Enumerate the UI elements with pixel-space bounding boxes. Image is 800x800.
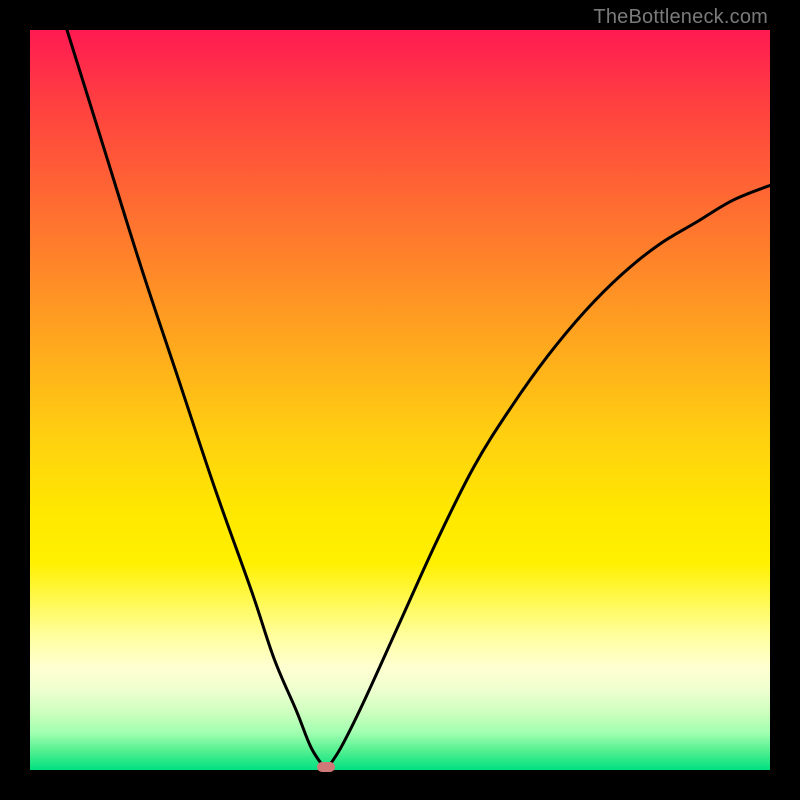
bottleneck-curve xyxy=(30,30,770,770)
curve-right-branch xyxy=(326,185,770,770)
optimal-point-marker xyxy=(317,762,335,772)
watermark-text: TheBottleneck.com xyxy=(593,6,768,29)
chart-plot-area xyxy=(30,30,770,770)
curve-left-branch xyxy=(67,30,326,770)
